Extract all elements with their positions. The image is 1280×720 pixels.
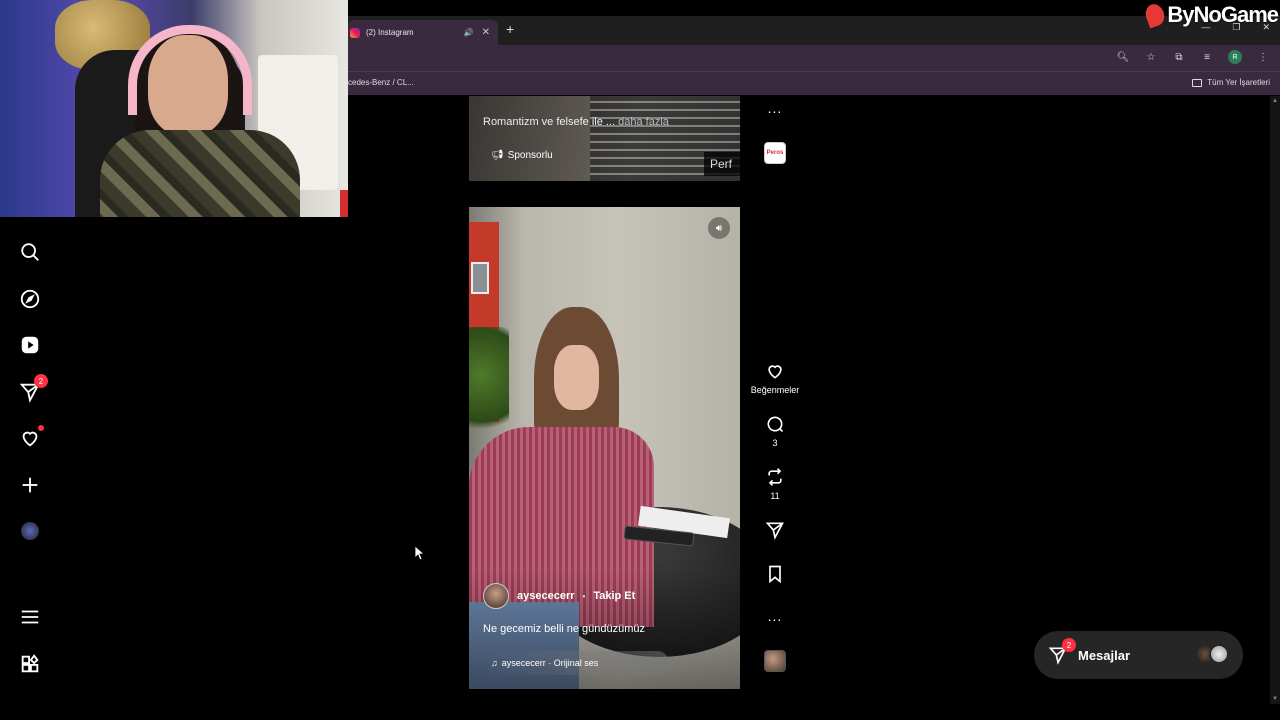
messages-button[interactable]: 2 Mesajlar — [1034, 631, 1243, 679]
scroll-up-icon[interactable]: ▲ — [1272, 98, 1278, 104]
notification-dot — [38, 425, 44, 431]
scrollbar[interactable]: ▲ ▼ — [1270, 96, 1280, 704]
bookmark-icon — [769, 565, 781, 584]
extensions-icon[interactable]: ⧉ — [1172, 50, 1186, 64]
folder-icon — [1192, 78, 1203, 87]
direct-message-icon: 2 — [1048, 638, 1076, 665]
comment-icon — [767, 416, 784, 433]
search-icon — [21, 243, 39, 261]
repost-button[interactable]: 11 — [760, 467, 790, 501]
media-control-icon[interactable]: ≡ — [1200, 50, 1214, 64]
profile-avatar-icon — [21, 522, 39, 540]
screen-bottom-bar — [0, 704, 1280, 720]
brand-logo-icon — [1143, 1, 1168, 29]
webcam-overlay — [0, 0, 348, 217]
tab-close-icon[interactable]: ✕ — [482, 27, 490, 38]
nav-create[interactable] — [18, 473, 42, 497]
reel-caption[interactable]: Ne gecemiz belli ne gündüzümüz — [483, 623, 645, 635]
avatar — [1209, 644, 1229, 664]
ad-caption-text: Romantizm ve felsefe ile ... — [483, 116, 616, 128]
original-audio-link[interactable]: ♫ aysececerr · Orijinal ses — [485, 651, 669, 675]
messages-label: Mesajlar — [1078, 647, 1131, 663]
tab-title: (2) Instagram — [366, 28, 414, 37]
comment-button[interactable]: 3 — [760, 414, 790, 448]
tab-instagram[interactable]: (2) Instagram 🔊 ✕ — [348, 20, 498, 45]
author-separator: • — [582, 591, 586, 601]
red-accent — [340, 190, 348, 217]
bookmarks-bar: cedes-Benz / CL... Tüm Yer İşaretleri — [348, 71, 1280, 95]
kebab-menu-icon[interactable]: ⋮ — [1256, 50, 1270, 64]
nav-messages[interactable]: 2 — [18, 374, 48, 404]
save-button[interactable] — [760, 564, 790, 584]
brand-name: ByNoGame — [1167, 2, 1279, 27]
share-paper-plane-icon — [765, 522, 784, 540]
heart-icon — [22, 431, 38, 447]
like-button[interactable]: Beğenmeler — [751, 361, 799, 395]
follow-button[interactable]: Takip Et — [593, 590, 635, 602]
audio-thumbnail[interactable] — [764, 650, 786, 672]
zoom-icon[interactable]: 🔍︎ — [1116, 50, 1130, 64]
nav-more[interactable] — [18, 605, 42, 629]
profile-avatar[interactable]: R — [1228, 50, 1242, 64]
nav-reels[interactable] — [18, 333, 42, 357]
audio-toggle-button[interactable]: 🔊︎ — [708, 217, 730, 239]
reel-video[interactable]: 🔊︎ aysececerr • Takip Et Ne gecemiz bell… — [469, 207, 740, 689]
woman-face — [554, 345, 599, 410]
reels-icon — [21, 336, 39, 354]
building-window — [471, 262, 489, 294]
ad-cta-snippet[interactable]: Perf — [704, 152, 740, 176]
advertiser-thumbnail[interactable]: Peros — [764, 142, 786, 164]
nav-also-from-meta[interactable] — [18, 652, 42, 676]
hamburger-menu-icon — [21, 610, 39, 624]
instagram-favicon-icon — [350, 27, 360, 38]
nav-search[interactable] — [18, 240, 42, 264]
speaker-icon[interactable]: 🔊 — [464, 28, 474, 37]
plants — [469, 327, 509, 447]
grid-apps-icon — [21, 654, 39, 673]
star-icon[interactable]: ☆ — [1144, 50, 1158, 64]
author-username[interactable]: aysececerr — [517, 590, 575, 602]
scroll-down-icon[interactable]: ▼ — [1272, 696, 1278, 702]
sponsored-label: 📢︎ Sponsorlu — [491, 150, 553, 161]
likes-label: Beğenmeler — [750, 385, 800, 395]
ad-more-link[interactable]: daha fazla — [618, 116, 669, 128]
new-tab-button[interactable]: + — [506, 21, 514, 37]
reel-author: aysececerr • Takip Et — [483, 583, 635, 609]
brand-watermark: ByNoGame — [1143, 1, 1279, 29]
more-dots-icon: ... — [767, 100, 783, 116]
more-dots-icon: ... — [767, 608, 783, 624]
heart-icon — [768, 365, 782, 379]
nav-notifications[interactable] — [18, 425, 44, 450]
all-bookmarks[interactable]: Tüm Yer İşaretleri — [1192, 78, 1270, 87]
mouse-cursor-icon — [415, 546, 425, 561]
share-button[interactable] — [760, 520, 790, 540]
author-avatar[interactable] — [483, 583, 509, 609]
all-bookmarks-label: Tüm Yer İşaretleri — [1207, 78, 1270, 87]
reposts-count: 11 — [770, 491, 780, 501]
music-note-icon: ♫ — [491, 658, 498, 668]
repost-icon — [768, 468, 782, 486]
reel-more-button[interactable]: ... — [760, 608, 790, 624]
toolbar-icons: 🔍︎ ☆ ⧉ ≡ R ⋮ — [1116, 50, 1270, 64]
messages-count-badge: 2 — [1062, 638, 1076, 652]
messages-badge: 2 — [34, 374, 48, 388]
sponsored-text: Sponsorlu — [507, 150, 553, 161]
bookmark-mercedes[interactable]: cedes-Benz / CL... — [348, 78, 414, 87]
comments-count: 3 — [772, 438, 778, 448]
browser-toolbar: 🔍︎ ☆ ⧉ ≡ R ⋮ — [348, 45, 1280, 71]
compass-icon — [20, 289, 40, 309]
streamer-body — [100, 130, 300, 217]
nav-explore[interactable] — [18, 287, 42, 311]
ad-caption: Romantizm ve felsefe ile ... daha fazla — [483, 116, 669, 128]
prev-more-button[interactable]: ... — [760, 100, 790, 116]
previous-reel-ad[interactable]: Romantizm ve felsefe ile ... daha fazla … — [469, 96, 740, 181]
nav-profile[interactable] — [18, 519, 42, 543]
audio-label: aysececerr · Orijinal ses — [501, 658, 599, 668]
megaphone-icon: 📢︎ — [491, 150, 504, 161]
tab-bar: (2) Instagram 🔊 ✕ + — ❐ ✕ — [348, 16, 1280, 45]
plus-icon — [22, 477, 38, 493]
message-avatars — [1195, 644, 1229, 664]
